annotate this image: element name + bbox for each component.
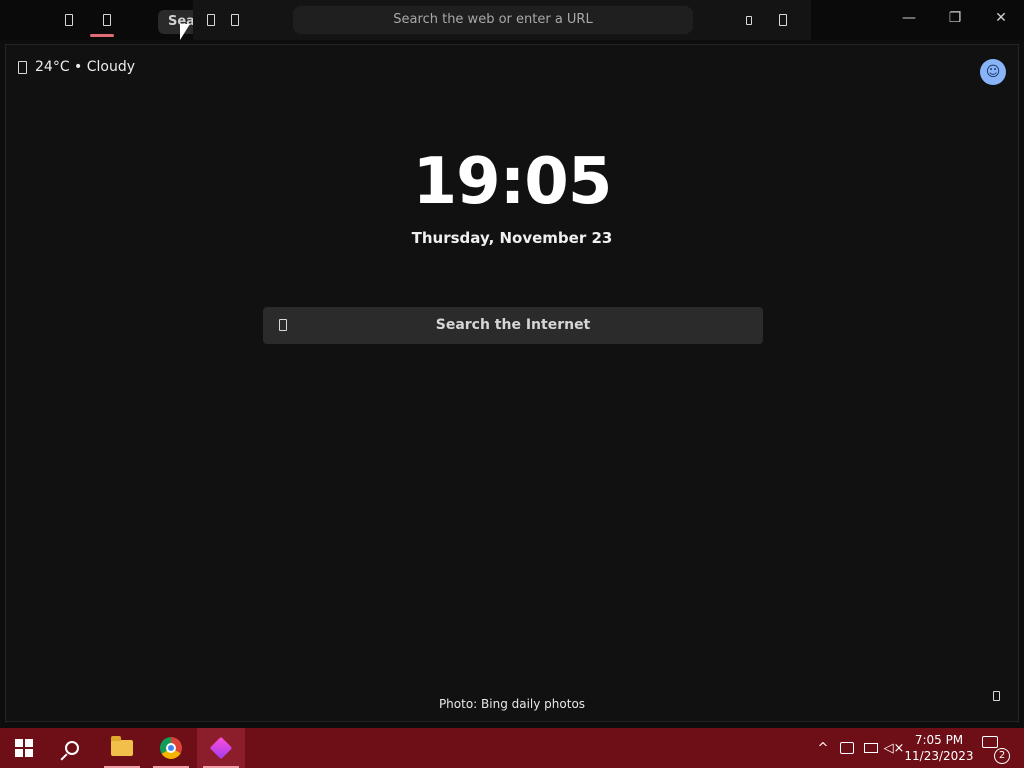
show-hidden-icons-button[interactable]: ^ [814, 728, 832, 768]
minimize-button[interactable]: — [896, 8, 922, 28]
file-explorer-button[interactable] [98, 728, 146, 768]
close-button[interactable]: ✕ [988, 8, 1014, 28]
chrome-button[interactable] [147, 728, 195, 768]
system-time: 7:05 PM [914, 733, 964, 747]
browser-titlebar: Sear Search the web or enter a URL — ❐ ✕ [0, 0, 1024, 40]
forward-icon[interactable] [225, 10, 245, 30]
network-icon[interactable] [860, 728, 882, 768]
system-date: 11/23/2023 [904, 749, 974, 763]
tab-icon[interactable] [97, 10, 117, 30]
profile-avatar[interactable]: ☺ [980, 59, 1006, 85]
weather-widget[interactable]: 24°C • Cloudy [18, 59, 135, 75]
folder-icon [111, 736, 133, 756]
weather-text: 24°C • Cloudy [35, 59, 136, 75]
address-bar[interactable]: Search the web or enter a URL [293, 6, 693, 34]
taskbar-search-button[interactable] [48, 728, 96, 768]
extensions-icon[interactable] [739, 10, 759, 30]
face-icon: ☺ [985, 64, 1001, 80]
chrome-icon [160, 737, 182, 759]
internet-search-box[interactable]: Search the Internet [263, 307, 763, 344]
clock-time: 19:05 [412, 145, 613, 219]
chevron-up-icon: ^ [817, 740, 829, 756]
search-engine-icon [279, 319, 287, 331]
browser-app-button[interactable] [197, 728, 245, 768]
new-tab-page: 24°C • Cloudy ☺ 19:05 Thursday, November… [5, 44, 1019, 722]
notification-icon [982, 736, 998, 748]
search-placeholder: Search the Internet [435, 317, 591, 333]
settings-icon[interactable] [993, 691, 1000, 701]
weather-icon [18, 60, 27, 74]
mouse-cursor-icon [180, 24, 190, 40]
system-clock[interactable]: 7:05 PM 11/23/2023 [904, 732, 974, 764]
windows-logo-icon [15, 739, 33, 757]
tab-search[interactable]: Sear [158, 10, 198, 34]
notification-center-button[interactable]: 2 [982, 736, 1010, 764]
volume-muted-icon[interactable]: ◁× [884, 728, 905, 768]
app-diamond-icon [209, 736, 233, 760]
clock-date: Thursday, November 23 [411, 229, 613, 247]
photo-credit[interactable]: Photo: Bing daily photos [6, 697, 1018, 711]
tray-app-icon[interactable] [836, 728, 858, 768]
active-tab-indicator [90, 34, 114, 37]
notification-count: 2 [994, 748, 1010, 764]
sidebar-toggle-icon[interactable] [59, 10, 79, 30]
windows-taskbar: ^ ◁× 7:05 PM 11/23/2023 2 [0, 728, 1024, 768]
search-icon [65, 741, 79, 755]
restore-button[interactable]: ❐ [942, 8, 968, 28]
menu-icon[interactable] [773, 10, 793, 30]
back-icon[interactable] [201, 10, 221, 30]
start-button[interactable] [0, 728, 48, 768]
